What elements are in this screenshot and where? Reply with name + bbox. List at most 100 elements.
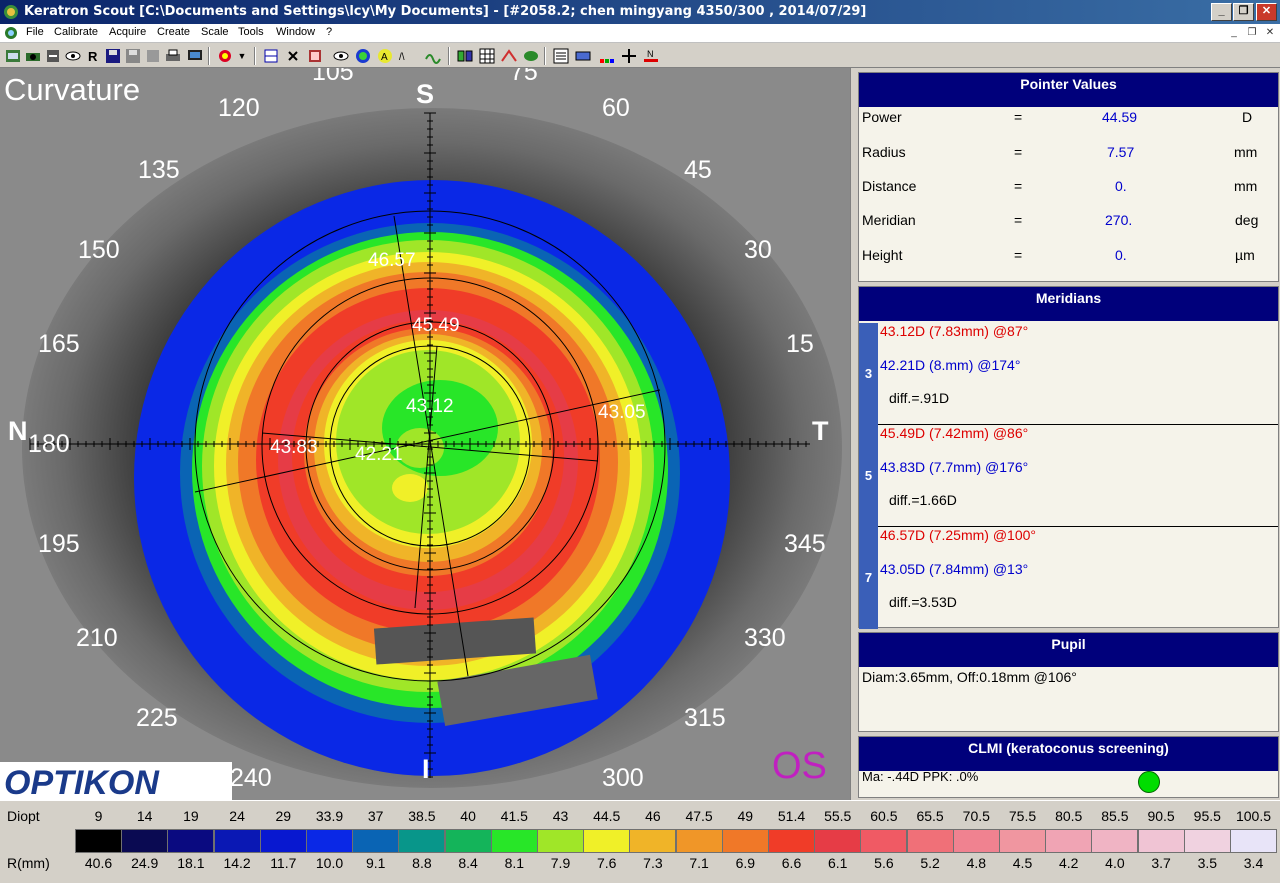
legend-diopt-value: 19	[183, 808, 199, 824]
legend-radius-value: 4.0	[1105, 855, 1125, 871]
close-button[interactable]: ✕	[1256, 3, 1277, 21]
orientation-inferior: I	[422, 754, 430, 784]
legend-swatch	[906, 829, 954, 853]
pv-row-distance: Distance = 0. mm	[859, 178, 1278, 198]
open-patient-icon[interactable]	[4, 47, 22, 65]
legend-swatch	[490, 829, 538, 853]
camera-icon[interactable]	[24, 47, 42, 65]
grid-icon[interactable]	[478, 47, 496, 65]
toolbar-separator	[448, 47, 450, 65]
panel-splitter[interactable]	[850, 68, 858, 800]
legend-radius-value: 4.8	[966, 855, 987, 871]
legend-diopt-value: 46	[645, 808, 661, 824]
eye-icon[interactable]	[64, 47, 82, 65]
legend-radius-value: 14.2	[223, 855, 251, 871]
maximize-button[interactable]: ❐	[1233, 3, 1254, 21]
meridian-block-7[interactable]: 7 46.57D (7.25mm) @100° 43.05D (7.84mm) …	[859, 527, 1278, 629]
keratoconus-icon[interactable]	[522, 47, 540, 65]
legend-swatch	[999, 829, 1046, 853]
compare-icon[interactable]	[456, 47, 474, 65]
flat-meridian: 43.83D (7.7mm) @176°	[880, 459, 1029, 475]
ring-number: 3	[859, 323, 878, 425]
report-icon[interactable]	[552, 47, 570, 65]
reference-icon[interactable]: R	[84, 47, 102, 65]
legend-radius-value: 3.7	[1151, 855, 1171, 871]
axial-icon[interactable]: A	[376, 47, 394, 65]
svg-text:R: R	[88, 49, 98, 64]
menu-help[interactable]: ?	[326, 26, 332, 38]
pv-equals: =	[1014, 212, 1023, 228]
legend-diopt-value: 41.5	[500, 808, 528, 824]
print-icon[interactable]	[164, 47, 182, 65]
angle-label: 240	[230, 764, 272, 792]
app-icon	[4, 5, 18, 19]
save-as-icon[interactable]	[124, 47, 142, 65]
angle-label: 45	[684, 156, 712, 184]
pv-unit: D	[1242, 109, 1253, 125]
flat-meridian: 42.21D (8.mm) @174°	[880, 357, 1021, 373]
toolbar-separator	[254, 47, 256, 65]
svg-text:A: A	[381, 52, 388, 63]
meridian-diff: diff.=1.66D	[889, 492, 957, 508]
legend-radius-value: 40.6	[84, 855, 113, 871]
legend-swatch	[75, 829, 122, 853]
save-icon[interactable]	[104, 47, 122, 65]
pv-value: 44.59	[1102, 109, 1138, 125]
normalize-icon[interactable]: N	[642, 47, 660, 65]
pv-row-power: Power = 44.59 D	[859, 109, 1278, 129]
menu-scale[interactable]: Scale	[201, 26, 229, 38]
profile-icon[interactable]	[500, 47, 518, 65]
clmi-header: CLMI (keratoconus screening)	[859, 737, 1278, 771]
curvature-map[interactable]: 46.57 45.49 43.12 43.05 43.83 42.21 105 …	[0, 68, 850, 800]
curvature-map-view[interactable]: 46.57 45.49 43.12 43.05 43.83 42.21 105 …	[0, 68, 850, 800]
toolbar-separator	[208, 47, 210, 65]
legend-diopt-value: 14	[136, 808, 153, 824]
meridians-header: Meridians	[859, 287, 1278, 321]
meridian-block-3[interactable]: 3 43.12D (7.83mm) @87° 42.21D (8.mm) @17…	[859, 323, 1278, 425]
orientation-temporal: T	[812, 416, 829, 446]
legend-swatch	[768, 829, 815, 853]
angle-label: 60	[602, 94, 630, 122]
legend-swatch	[167, 829, 215, 853]
legend-swatch	[952, 829, 1000, 853]
menu-window[interactable]: Window	[276, 26, 315, 38]
import-icon[interactable]	[44, 47, 62, 65]
menu-file[interactable]: File	[26, 26, 44, 38]
close-map-icon[interactable]	[284, 47, 302, 65]
pv-equals: =	[1014, 178, 1023, 194]
menu-calibrate[interactable]: Calibrate	[54, 26, 98, 38]
child-close-icon[interactable]: ✕	[1262, 26, 1278, 40]
ring-number: 7	[859, 527, 878, 629]
angle-label: 300	[602, 764, 644, 792]
waves-icon[interactable]	[424, 47, 442, 65]
menu-create[interactable]: Create	[157, 26, 190, 38]
contact-lens-icon[interactable]: /\	[398, 47, 416, 65]
legend-swatch	[352, 829, 400, 853]
meridian-block-5[interactable]: 5 45.49D (7.42mm) @86° 43.83D (7.7mm) @1…	[859, 425, 1278, 527]
layout-icon[interactable]	[262, 47, 280, 65]
child-restore-icon[interactable]: ❐	[1244, 26, 1260, 40]
pv-unit: µm	[1235, 247, 1255, 263]
book-icon[interactable]	[306, 47, 324, 65]
export-icon[interactable]	[144, 47, 162, 65]
display-icon[interactable]	[186, 47, 204, 65]
view-eye-icon[interactable]	[332, 47, 350, 65]
toolbar-separator	[544, 47, 546, 65]
color-map-icon[interactable]	[354, 47, 372, 65]
child-minimize-icon[interactable]: _	[1226, 26, 1242, 40]
minimize-button[interactable]: _	[1211, 3, 1232, 21]
menu-acquire[interactable]: Acquire	[109, 26, 146, 38]
menu-tools[interactable]: Tools	[238, 26, 264, 38]
legend-diopt-value: 70.5	[962, 808, 990, 824]
scale-icon[interactable]	[574, 47, 592, 65]
dropdown-arrow-icon[interactable]: ▼	[236, 47, 248, 65]
legend-swatch	[444, 829, 492, 853]
map-type-icon[interactable]	[216, 47, 234, 65]
zoom-icon[interactable]	[620, 47, 638, 65]
palette-icon[interactable]	[598, 47, 616, 65]
pv-value: 270.	[1105, 212, 1133, 228]
pv-value: 7.57	[1107, 144, 1135, 160]
angle-label: 120	[218, 94, 260, 122]
document-icon[interactable]	[4, 26, 18, 40]
pointer-values-panel: Pointer Values Power = 44.59 D Radius = …	[858, 72, 1279, 282]
